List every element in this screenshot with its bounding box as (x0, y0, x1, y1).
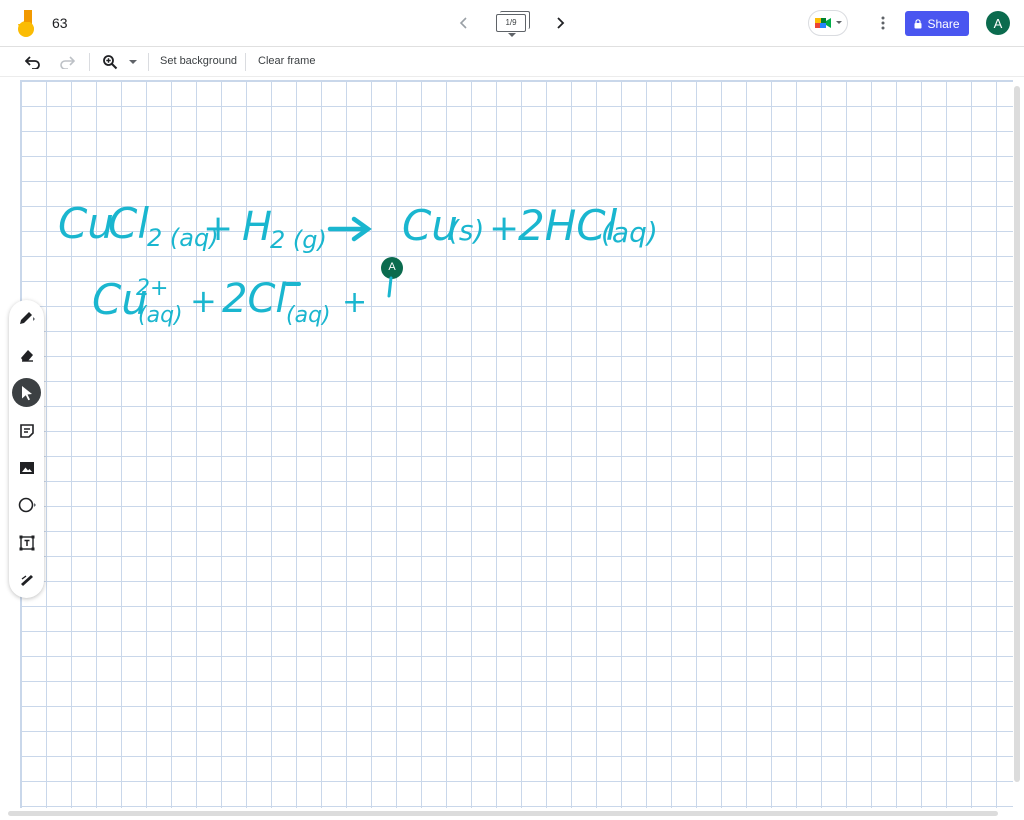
top-bar: 63 1/9 Share A (0, 0, 1024, 47)
laser-icon (20, 574, 33, 586)
more-vert-icon (881, 16, 885, 30)
laser-tool-button[interactable] (12, 565, 41, 594)
undo-button[interactable] (23, 52, 43, 72)
lock-icon (914, 18, 922, 28)
meet-icon (815, 18, 831, 28)
chevron-right-icon (557, 17, 565, 29)
meet-present-button[interactable] (808, 10, 848, 36)
circle-shape-icon (18, 497, 36, 512)
pen-icon (19, 311, 35, 324)
toolbar-divider (148, 53, 149, 71)
share-button[interactable]: Share (905, 11, 969, 36)
vertical-scrollbar[interactable] (1014, 86, 1020, 782)
clear-frame-button[interactable]: Clear frame (258, 55, 315, 67)
eraser-tool-button[interactable] (12, 340, 41, 369)
select-icon (21, 385, 32, 400)
share-label: Share (927, 16, 960, 31)
redo-button[interactable] (57, 52, 77, 72)
sticky-note-tool-button[interactable] (12, 416, 41, 445)
caret-down-icon (129, 59, 137, 64)
frame-counter: 1/9 (496, 14, 526, 32)
collaborator-initial: A (388, 261, 396, 273)
chevron-left-icon (459, 17, 467, 29)
toolbar-divider (89, 53, 90, 71)
select-tool-button[interactable] (12, 378, 41, 407)
toolbar: Set background Clear frame (0, 47, 1024, 77)
jamboard-logo-icon[interactable] (16, 10, 38, 38)
horizontal-scrollbar[interactable] (8, 811, 998, 816)
undo-icon (25, 56, 40, 69)
eraser-icon (20, 349, 33, 362)
jamboard-app: 63 1/9 Share A Set background Clear fram… (0, 0, 1024, 820)
more-options-button[interactable] (872, 12, 894, 34)
account-avatar[interactable]: A (986, 11, 1010, 35)
frame-bar-toggle[interactable]: 1/9 (494, 11, 530, 37)
tool-palette (9, 300, 44, 598)
caret-down-icon (508, 33, 516, 37)
image-icon (19, 461, 34, 474)
image-tool-button[interactable] (12, 453, 41, 482)
text-box-icon (19, 535, 34, 550)
shape-tool-button[interactable] (12, 490, 41, 519)
set-background-button[interactable]: Set background (160, 55, 237, 67)
document-title[interactable]: 63 (52, 15, 68, 31)
text-box-tool-button[interactable] (12, 528, 41, 557)
sticky-note-icon (19, 423, 34, 438)
zoom-in-icon (103, 55, 118, 70)
redo-icon (60, 56, 75, 69)
pen-tool-button[interactable] (12, 303, 41, 332)
next-frame-button[interactable] (548, 8, 572, 38)
toolbar-divider (245, 53, 246, 71)
previous-frame-button[interactable] (452, 8, 476, 38)
drawing-canvas[interactable] (20, 80, 1013, 808)
zoom-dropdown-button[interactable] (123, 52, 143, 72)
collaborator-cursor: A (380, 256, 404, 300)
zoom-button[interactable] (100, 52, 120, 72)
caret-down-icon (836, 21, 842, 24)
